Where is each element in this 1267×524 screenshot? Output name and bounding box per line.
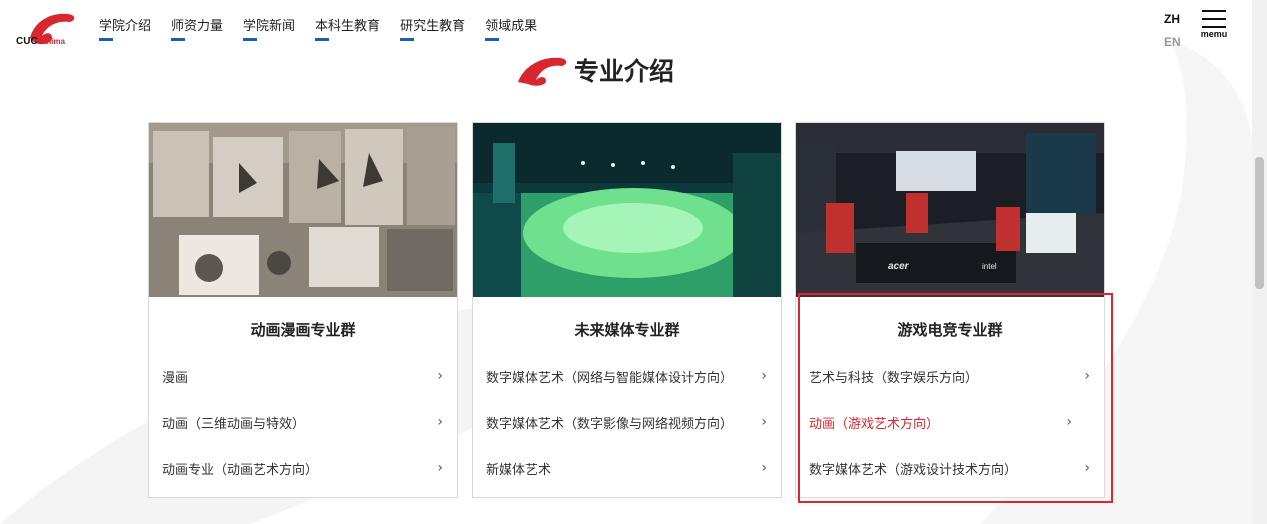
major-item-label: 动画专业（动画艺术方向） (162, 462, 319, 478)
nav-item-label: 本科生教育 (315, 19, 381, 34)
major-item-label: 动画（游戏艺术方向） (809, 416, 940, 432)
card-title: 未来媒体专业群 (574, 321, 680, 339)
major-list: 数字媒体艺术（网络与智能媒体设计方向） › 数字媒体艺术（数字影像与网络视频方向… (473, 353, 781, 491)
chevron-right-icon: › (1066, 414, 1072, 430)
menu-button[interactable]: memu (1198, 10, 1230, 39)
svg-text:intel: intel (982, 262, 997, 271)
chevron-right-icon: › (1084, 460, 1090, 476)
nav-item-news[interactable]: 学院新闻 (243, 15, 295, 41)
site-header: CUC Anima 学院介绍 师资力量 学院新闻 本科生教育 研究生教育 领域成… (0, 0, 1252, 56)
nav-item-college-intro[interactable]: 学院介绍 (99, 15, 151, 41)
language-switcher: ZH EN (1164, 12, 1181, 49)
esports-arena-photo: acer intel (796, 123, 1104, 297)
logo-text-main: CUC (16, 36, 38, 47)
svg-text:acer: acer (888, 261, 910, 272)
lang-zh-link[interactable]: ZH (1164, 12, 1181, 26)
card-title: 游戏电竞专业群 (897, 321, 1003, 339)
nav-item-faculty[interactable]: 师资力量 (171, 15, 223, 41)
nav-item-underline (400, 38, 415, 41)
nav-item-label: 学院新闻 (243, 19, 296, 34)
major-card-animation-comics: 动画漫画专业群 漫画 › 动画（三维动画与特效） › 动画专业（动画艺术方向） … (148, 122, 458, 498)
animation-studio-wall-photo (149, 123, 457, 297)
major-item-label: 艺术与科技（数字娱乐方向） (809, 370, 979, 386)
page-scrollbar[interactable] (1252, 0, 1267, 524)
nav-item-graduate[interactable]: 研究生教育 (400, 15, 465, 41)
major-list: 漫画 › 动画（三维动画与特效） › 动画专业（动画艺术方向） › (149, 353, 457, 491)
major-item-game-design-tech[interactable]: 数字媒体艺术（游戏设计技术方向） › (796, 445, 1104, 491)
major-list: 艺术与科技（数字娱乐方向） › 动画（游戏艺术方向） › 数字媒体艺术（游戏设计… (796, 353, 1104, 491)
major-item-comics[interactable]: 漫画 › (149, 353, 457, 399)
nav-item-undergraduate[interactable]: 本科生教育 (315, 15, 380, 41)
nav-item-underline (243, 38, 258, 41)
major-item-digital-imaging-video[interactable]: 数字媒体艺术（数字影像与网络视频方向） › (473, 399, 781, 445)
major-item-network-intelligent-media[interactable]: 数字媒体艺术（网络与智能媒体设计方向） › (473, 353, 781, 399)
chevron-right-icon: › (437, 460, 443, 476)
logo-wordmark: CUC Anima (16, 36, 65, 47)
major-item-new-media-art[interactable]: 新媒体艺术 › (473, 445, 781, 491)
menu-label: memu (1200, 29, 1228, 39)
major-item-label: 漫画 (162, 370, 189, 386)
major-item-label: 数字媒体艺术（数字影像与网络视频方向） (486, 416, 734, 432)
nav-item-label: 领域成果 (485, 19, 538, 34)
scrollbar-thumb[interactable] (1255, 157, 1264, 289)
major-item-label: 动画（三维动画与特效） (162, 416, 306, 432)
major-item-digital-entertainment[interactable]: 艺术与科技（数字娱乐方向） › (796, 353, 1104, 399)
page-title: 专业介绍 (574, 57, 675, 86)
nav-item-achievements[interactable]: 领域成果 (485, 15, 537, 41)
nav-item-label: 学院介绍 (99, 19, 152, 34)
chevron-right-icon: › (761, 368, 767, 384)
nav-item-underline (99, 38, 113, 41)
nav-item-underline (315, 38, 330, 41)
green-screen-studio-photo (473, 123, 781, 297)
major-item-animation-art[interactable]: 动画专业（动画艺术方向） › (149, 445, 457, 491)
chevron-right-icon: › (437, 414, 443, 430)
lang-en-link[interactable]: EN (1164, 35, 1181, 49)
major-item-label: 数字媒体艺术（游戏设计技术方向） (809, 462, 1018, 478)
hamburger-icon (1198, 10, 1230, 28)
major-card-games-esports: acer intel 游戏电竞专业群 艺术与科技（数字娱乐方向） › 动画（游戏… (795, 122, 1105, 498)
major-item-game-art[interactable]: 动画（游戏艺术方向） › (796, 399, 1104, 445)
nav-item-underline (171, 38, 186, 41)
nav-item-underline (485, 38, 500, 41)
nav-item-label: 研究生教育 (400, 19, 466, 34)
chevron-right-icon: › (437, 368, 443, 384)
chevron-right-icon: › (761, 414, 767, 430)
section-heading: 专业介绍 (516, 52, 674, 88)
logo-text-sub: Anima (40, 37, 65, 46)
chevron-right-icon: › (1084, 368, 1090, 384)
major-item-label: 新媒体艺术 (486, 462, 552, 478)
chevron-right-icon: › (761, 460, 767, 476)
major-item-3d-animation[interactable]: 动画（三维动画与特效） › (149, 399, 457, 445)
major-card-future-media: 未来媒体专业群 数字媒体艺术（网络与智能媒体设计方向） › 数字媒体艺术（数字影… (472, 122, 782, 498)
major-item-label: 数字媒体艺术（网络与智能媒体设计方向） (486, 370, 734, 386)
brand-swoosh-icon (518, 57, 567, 86)
card-title: 动画漫画专业群 (250, 321, 356, 339)
main-nav: 学院介绍 师资力量 学院新闻 本科生教育 研究生教育 领域成果 (99, 15, 557, 41)
nav-item-label: 师资力量 (171, 19, 224, 34)
